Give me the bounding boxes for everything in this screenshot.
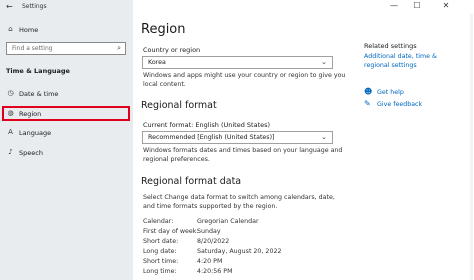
chevron-down-icon: ⌄ (321, 58, 327, 66)
sidebar-section-title: Time & Language (6, 67, 70, 75)
selection-highlight (2, 106, 130, 121)
sidebar-item-label: Home (19, 26, 39, 34)
format-data-value: 8/20/2022 (197, 238, 230, 245)
sidebar-item-label: Speech (19, 149, 43, 157)
scrollbar[interactable] (470, 14, 473, 280)
country-select[interactable]: Korea ⌄ (142, 56, 333, 69)
sidebar-item-speech[interactable]: ♪ Speech (0, 145, 133, 161)
format-data-key: Calendar: (143, 218, 174, 225)
format-data-key: Short date: (143, 238, 179, 245)
language-icon: A (8, 128, 13, 136)
country-description: Windows and apps might use your country … (143, 72, 346, 88)
minimize-icon[interactable]: — (384, 1, 404, 10)
sidebar-item-date-time[interactable]: ◷ Date & time (0, 86, 133, 102)
page-title: Region (141, 22, 186, 37)
chevron-down-icon: ⌄ (321, 133, 327, 141)
microphone-icon: ♪ (8, 148, 13, 156)
regional-format-select[interactable]: Recommended [English (United States)] ⌄ (142, 131, 333, 144)
country-label: Country or region (143, 46, 201, 54)
search-icon: ⌕ (117, 44, 121, 52)
format-data-key: Long date: (143, 248, 177, 255)
sidebar-item-label: Language (19, 129, 52, 137)
current-format-label: Current format: English (United States) (143, 121, 271, 129)
window-title: Settings (22, 3, 47, 10)
close-icon[interactable]: ✕ (436, 1, 456, 10)
help-icon[interactable]: ☻ (364, 87, 372, 96)
regional-format-data-description: Select Change data format to switch amon… (143, 194, 335, 210)
get-help-link[interactable]: Get help (377, 89, 404, 98)
format-data-value: Sunday (197, 228, 221, 235)
sidebar-item-language[interactable]: A Language (0, 125, 133, 141)
search-placeholder: Find a setting (12, 45, 53, 52)
back-arrow-icon[interactable]: ← (6, 2, 13, 11)
sidebar-item-label: Date & time (19, 90, 59, 98)
regional-format-data-heading: Regional format data (141, 176, 242, 187)
format-data-value: 4:20:56 PM (197, 268, 233, 275)
format-data-value: Saturday, August 20, 2022 (197, 248, 282, 255)
format-data-key: Short time: (143, 258, 179, 265)
format-data-key: First day of week: (143, 228, 199, 235)
feedback-icon[interactable]: ✎ (364, 99, 371, 108)
country-value: Korea (148, 59, 166, 66)
format-data-key: Long time: (143, 268, 177, 275)
regional-format-description: Windows formats dates and times based on… (143, 147, 343, 163)
format-data-value: Gregorian Calendar (197, 218, 259, 225)
search-input[interactable]: Find a setting ⌕ (6, 42, 126, 55)
calendar-clock-icon: ◷ (7, 89, 14, 97)
related-settings-title: Related settings (364, 42, 417, 50)
regional-format-value: Recommended [English (United States)] (148, 134, 275, 141)
sidebar-item-home[interactable]: ⌂ Home (0, 22, 133, 38)
format-data-value: 4:20 PM (197, 258, 223, 265)
home-icon: ⌂ (8, 25, 13, 33)
additional-settings-link[interactable]: Additional date, time & regional setting… (364, 53, 464, 71)
give-feedback-link[interactable]: Give feedback (377, 101, 422, 110)
maximize-icon[interactable]: ☐ (407, 1, 427, 10)
regional-format-heading: Regional format (141, 100, 217, 111)
